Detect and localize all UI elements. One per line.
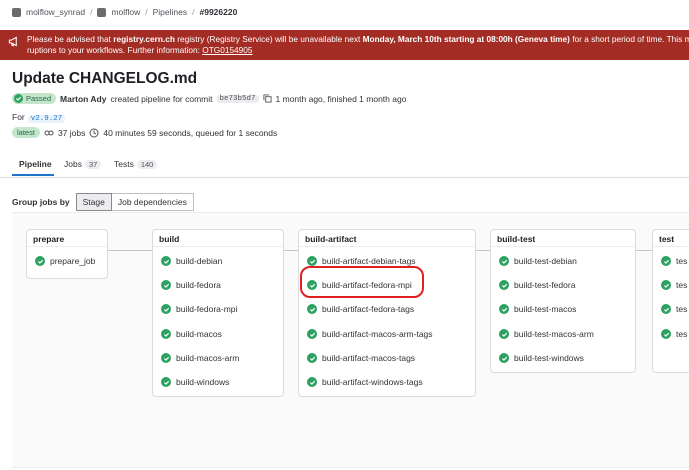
pipeline-stats: latest 37 jobs 40 minutes 59 seconds, qu…: [12, 127, 277, 138]
check-circle-icon: [499, 256, 509, 266]
check-circle-icon: [661, 304, 671, 314]
stage-title: build-artifact: [305, 234, 357, 244]
check-circle-icon: [161, 256, 171, 266]
job-item[interactable]: build-fedora: [161, 280, 221, 290]
check-circle-icon: [307, 377, 317, 387]
pipeline-graph: prepare prepare_job build build-debian b…: [12, 212, 689, 468]
ref-line: For v2.9.27: [12, 112, 66, 123]
job-item[interactable]: tes: [661, 304, 687, 314]
broadcast-banner: Please be advised that registry.cern.ch …: [0, 30, 689, 60]
job-item[interactable]: build-fedora-mpi: [161, 304, 237, 314]
check-circle-icon: [499, 329, 509, 339]
group-avatar: [12, 7, 21, 17]
job-item[interactable]: build-test-windows: [499, 353, 584, 363]
duration-text: 40 minutes 59 seconds, queued for 1 seco…: [103, 127, 278, 138]
jobs-count: 37 jobs: [57, 127, 86, 138]
job-item[interactable]: tes: [661, 256, 687, 266]
job-item[interactable]: build-test-fedora: [499, 280, 575, 290]
active-tab-indicator: [12, 174, 54, 176]
job-item[interactable]: build-artifact-windows-tags: [307, 377, 423, 387]
tab-jobs[interactable]: Jobs 37: [64, 159, 102, 169]
job-item[interactable]: build-artifact-macos-tags: [307, 353, 415, 363]
time-text: 1 month ago, finished 1 month ago: [275, 93, 407, 104]
stage-prepare: prepare prepare_job: [26, 229, 108, 279]
megaphone-icon: [8, 36, 17, 47]
pipeline-meta: Passed Marton Ady created pipeline for c…: [12, 93, 406, 104]
page-title: Update CHANGELOG.md: [12, 70, 198, 87]
highlight-annotation: [300, 266, 424, 298]
check-circle-icon: [661, 280, 671, 290]
latest-badge: latest: [12, 127, 40, 138]
job-item[interactable]: build-debian: [161, 256, 222, 266]
check-circle-icon: [307, 256, 317, 266]
job-item[interactable]: tes: [661, 329, 687, 339]
stage-connector: [474, 250, 490, 251]
job-item[interactable]: build-macos-arm: [161, 353, 239, 363]
job-item[interactable]: build-test-macos-arm: [499, 329, 594, 339]
check-circle-icon: [307, 353, 317, 363]
check-circle-icon: [307, 304, 317, 314]
group-by-stage-button[interactable]: Stage: [75, 193, 112, 211]
clock-icon: [89, 128, 99, 137]
pipeline-tabs: Pipeline Jobs 37 Tests 140: [0, 150, 689, 178]
commit-sha[interactable]: be73b5d7: [216, 94, 259, 103]
check-circle-icon: [161, 280, 171, 290]
check-circle-icon: [499, 353, 509, 363]
status-badge[interactable]: Passed: [12, 93, 57, 104]
check-circle-icon: [161, 353, 171, 363]
job-item[interactable]: build-artifact-fedora-tags: [307, 304, 414, 314]
breadcrumb: molflow_synrad / molflow / Pipelines / #…: [12, 7, 237, 17]
job-item[interactable]: build-test-macos: [499, 304, 576, 314]
copy-icon[interactable]: [262, 94, 272, 103]
group-jobs-by: Group jobs by Stage Job dependencies: [12, 193, 194, 211]
job-item[interactable]: build-macos: [161, 329, 222, 339]
job-item[interactable]: build-test-debian: [499, 256, 577, 266]
stage-title: build-test: [497, 234, 536, 244]
check-circle-icon: [14, 94, 23, 103]
check-circle-icon: [35, 256, 45, 266]
stage-test: test tes tes tes tes: [652, 229, 689, 373]
breadcrumb-separator: /: [90, 7, 93, 17]
banner-link[interactable]: OTG0154905: [202, 45, 252, 55]
job-item[interactable]: prepare_job: [35, 256, 95, 266]
stage-connector: [282, 250, 298, 251]
banner-text: Please be advised that registry.cern.ch …: [27, 34, 689, 55]
job-item[interactable]: build-windows: [161, 377, 229, 387]
check-circle-icon: [161, 304, 171, 314]
check-circle-icon: [161, 329, 171, 339]
check-circle-icon: [661, 256, 671, 266]
check-circle-icon: [307, 329, 317, 339]
stage-build-artifact: build-artifact build-artifact-debian-tag…: [298, 229, 476, 397]
breadcrumb-separator: /: [192, 7, 195, 17]
stage-connector: [106, 250, 152, 251]
breadcrumb-project[interactable]: molflow: [111, 7, 140, 17]
ref-tag[interactable]: v2.9.27: [27, 115, 66, 123]
stage-title: build: [159, 234, 180, 244]
tab-pipeline[interactable]: Pipeline: [19, 159, 52, 169]
stage-title: test: [659, 234, 675, 244]
check-circle-icon: [499, 280, 509, 290]
check-circle-icon: [661, 329, 671, 339]
job-item[interactable]: tes: [661, 280, 687, 290]
group-by-dependencies-button[interactable]: Job dependencies: [111, 193, 194, 211]
check-circle-icon: [161, 377, 171, 387]
stage-build-test: build-test build-test-debian build-test-…: [490, 229, 636, 373]
job-item[interactable]: build-artifact-macos-arm-tags: [307, 329, 433, 339]
jobs-icon: [44, 130, 54, 135]
breadcrumb-pipeline-id[interactable]: #9926220: [200, 7, 238, 17]
stage-build: build build-debian build-fedora build-fe…: [152, 229, 284, 397]
tab-tests[interactable]: Tests 140: [114, 159, 158, 169]
stage-title: prepare: [33, 234, 65, 244]
check-circle-icon: [499, 304, 509, 314]
job-item[interactable]: build-artifact-debian-tags: [307, 256, 416, 266]
author-link[interactable]: Marton Ady: [60, 94, 106, 104]
project-avatar: [97, 7, 107, 17]
breadcrumb-pipelines[interactable]: Pipelines: [153, 7, 188, 17]
breadcrumb-separator: /: [145, 7, 148, 17]
breadcrumb-group[interactable]: molflow_synrad: [26, 7, 85, 17]
created-text: created pipeline for commit: [110, 93, 213, 104]
